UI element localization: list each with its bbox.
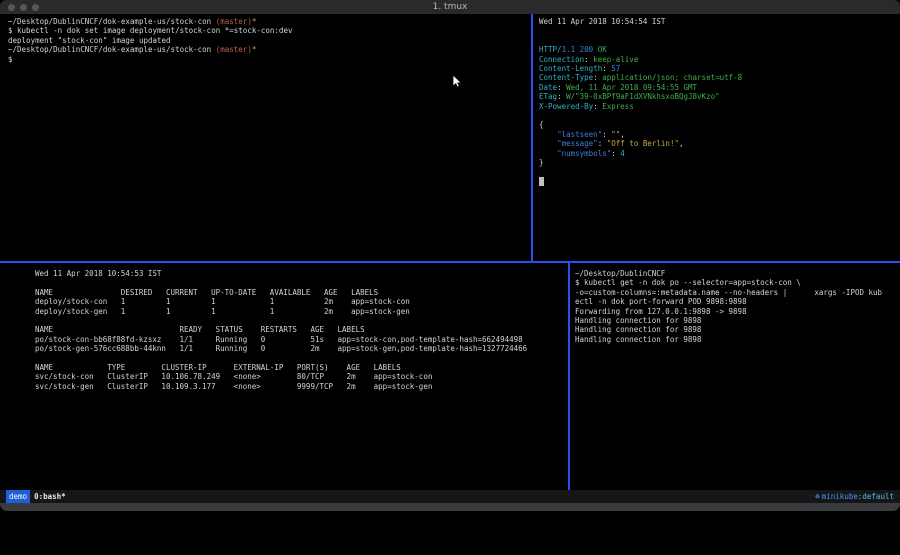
window-bottom-edge	[0, 503, 900, 511]
terminal-line	[35, 316, 568, 325]
terminal-line: po/stock-gen-576cc688bb-44knn 1/1 Runnin…	[35, 344, 568, 353]
terminal-line: Wed 11 Apr 2018 10:54:53 IST	[35, 269, 568, 278]
terminal-line: ~/Desktop/DublinCNCF/dok-example-us/stoc…	[8, 17, 531, 26]
terminal-line: Handling connection for 9898	[575, 325, 900, 334]
terminal-line: NAME READY STATUS RESTARTS AGE LABELS	[35, 325, 568, 334]
terminal-line: $ kubectl -n dok set image deployment/st…	[8, 26, 531, 35]
terminal-line: }	[539, 158, 900, 167]
terminal-line: svc/stock-gen ClusterIP 10.109.3.177 <no…	[35, 382, 568, 391]
pane-bottom-right-port-forward[interactable]: ~/Desktop/DublinCNCF$ kubectl get -n dok…	[570, 263, 900, 490]
tmux-session-name: demo	[6, 490, 30, 503]
terminal-line: ~/Desktop/DublinCNCF/dok-example-us/stoc…	[8, 45, 531, 54]
terminal-line: Forwarding from 127.0.0.1:9898 -> 9898	[575, 307, 900, 316]
terminal-line: Date: Wed, 11 Apr 2018 09:54:55 GMT	[539, 83, 900, 92]
terminal-line: Handling connection for 9898	[575, 335, 900, 344]
terminal-line	[35, 278, 568, 287]
terminal-line: "numsymbols": 4	[539, 149, 900, 158]
terminal-line: HTTP/1.1 200 OK	[539, 45, 900, 54]
terminal-window: 1. tmux ~/Desktop/DublinCNCF/dok-example…	[0, 0, 900, 511]
terminal-line: NAME DESIRED CURRENT UP-TO-DATE AVAILABL…	[35, 288, 568, 297]
mouse-cursor-icon	[452, 74, 464, 88]
kube-namespace-label: default	[862, 492, 894, 501]
traffic-lights	[8, 0, 39, 14]
terminal-line: $	[8, 55, 531, 64]
terminal-line: NAME TYPE CLUSTER-IP EXTERNAL-IP PORT(S)…	[35, 363, 568, 372]
terminal-line	[539, 168, 900, 177]
terminal-line	[539, 36, 900, 45]
terminal-line: "lastseen": "",	[539, 130, 900, 139]
terminal-line: Connection: keep-alive	[539, 55, 900, 64]
tmux-status-bar: demo 0:bash* ☸minikube:default	[0, 490, 900, 503]
terminal-line: $ kubectl get -n dok po --selector=app=s…	[575, 278, 900, 287]
terminal-line: {	[539, 120, 900, 129]
terminal-line: "message": "Off to Berlin!",	[539, 139, 900, 148]
window-titlebar: 1. tmux	[0, 0, 900, 14]
terminal-line: ETag: W/"39-0xBPf9aF1dXVNkhsxoBQgJ8vKzo"	[539, 92, 900, 101]
pane-top-right-http-response[interactable]: Wed 11 Apr 2018 10:54:54 IST HTTP/1.1 20…	[533, 14, 900, 261]
terminal-line: deploy/stock-con 1 1 1 1 2m app=stock-co…	[35, 297, 568, 306]
terminal-line: deploy/stock-gen 1 1 1 1 2m app=stock-ge…	[35, 307, 568, 316]
pane-top-left-shell[interactable]: ~/Desktop/DublinCNCF/dok-example-us/stoc…	[0, 14, 531, 261]
terminal-line: po/stock-con-bb68f88fd-kzsxz 1/1 Running…	[35, 335, 568, 344]
tmux-status-left: demo 0:bash*	[6, 490, 66, 503]
close-button[interactable]	[8, 4, 15, 11]
terminal-line	[539, 26, 900, 35]
terminal-line: Content-Type: application/json; charset=…	[539, 73, 900, 82]
window-title: 1. tmux	[0, 2, 900, 12]
terminal-line	[539, 177, 900, 186]
terminal-line	[35, 354, 568, 363]
tmux-window-item[interactable]: 0:bash*	[34, 490, 66, 503]
pane-bottom-left-kubectl-watch[interactable]: Wed 11 Apr 2018 10:54:53 IST NAME DESIRE…	[0, 263, 568, 490]
terminal-line: svc/stock-con ClusterIP 10.106.78.249 <n…	[35, 372, 568, 381]
terminal-line: ~/Desktop/DublinCNCF	[575, 269, 900, 278]
terminal-line	[539, 111, 900, 120]
kubernetes-icon: ☸	[815, 492, 820, 501]
zoom-button[interactable]	[32, 4, 39, 11]
minimize-button[interactable]	[20, 4, 27, 11]
kube-context-label: minikube	[822, 492, 858, 501]
terminal-line: -o=custom-columns=:metadata.name --no-he…	[575, 288, 900, 297]
terminal-line: Wed 11 Apr 2018 10:54:54 IST	[539, 17, 900, 26]
terminal-line: ectl -n dok port-forward POD 9898:9898	[575, 297, 900, 306]
terminal-line: Handling connection for 9898	[575, 316, 900, 325]
tmux-terminal: ~/Desktop/DublinCNCF/dok-example-us/stoc…	[0, 14, 900, 490]
terminal-line: X-Powered-By: Express	[539, 102, 900, 111]
terminal-line: deployment "stock-con" image updated	[8, 36, 531, 45]
terminal-line: Content-Length: 57	[539, 64, 900, 73]
